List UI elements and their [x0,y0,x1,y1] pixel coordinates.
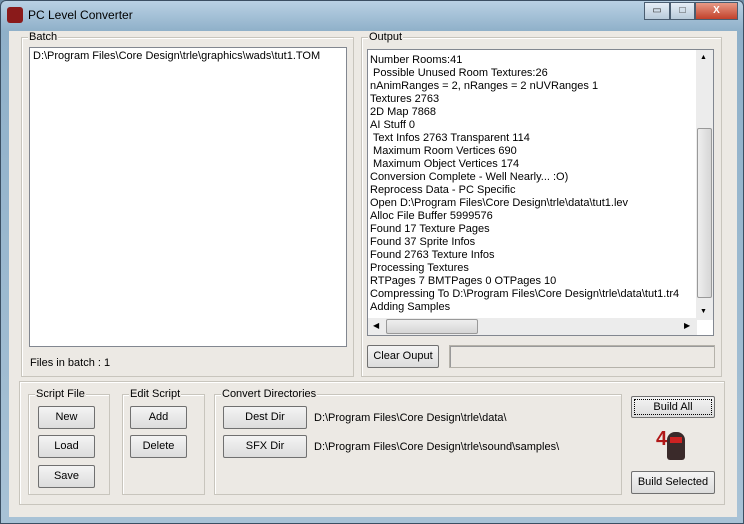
close-button[interactable]: X [695,2,738,20]
trle-logo-icon: 4 [656,428,690,462]
output-line: 2D Map 7868 [370,106,437,118]
scroll-right-icon[interactable]: ▶ [684,321,690,330]
delete-button[interactable]: Delete [130,435,187,458]
output-line: Number Rooms:41 [370,54,463,66]
scroll-left-icon[interactable]: ◀ [373,321,379,330]
horizontal-scrollbar[interactable]: ◀ ▶ [368,318,697,335]
output-line: Possible Unused Room Textures:26 [370,67,548,79]
dest-dir-path: D:\Program Files\Core Design\trle\data\ [314,412,507,424]
vertical-scrollbar[interactable]: ▲ ▼ [696,50,713,320]
edit-script-group: Edit Script Add Delete [122,388,205,495]
output-line: Text Infos 2763 Transparent 114 [370,132,530,144]
scroll-down-icon[interactable]: ▼ [700,308,707,315]
files-count: 1 [103,357,111,369]
build-selected-button[interactable]: Build Selected [631,471,715,494]
output-line: AI Stuff 0 [370,119,416,131]
output-line: Open D:\Program Files\Core Design\trle\d… [370,197,629,209]
add-button[interactable]: Add [130,406,187,429]
convert-directories-group: Convert Directories Dest Dir D:\Program … [214,388,622,495]
build-all-button[interactable]: Build All [631,396,715,418]
output-line: Reprocess Data - PC Specific [370,184,516,196]
output-line: Textures 2763 [370,93,440,105]
controls-group: Script File New Load Save Edit Script Ad… [19,381,725,505]
output-text[interactable]: Number Rooms:41 Possible Unused Room Tex… [367,49,714,336]
logo-text: 4 [656,428,668,450]
batch-item[interactable]: D:\Program Files\Core Design\trle\graphi… [30,48,346,65]
save-button[interactable]: Save [38,465,95,488]
batch-label: Batch [28,31,59,43]
sfx-dir-path: D:\Program Files\Core Design\trle\sound\… [314,441,560,453]
output-line: Found 17 Texture Pages [370,223,490,235]
script-file-group: Script File New Load Save [28,388,110,495]
scroll-up-icon[interactable]: ▲ [700,54,707,61]
edit-script-label: Edit Script [129,388,182,400]
output-line: Processing Textures [370,262,469,274]
load-button[interactable]: Load [38,435,95,458]
batch-list[interactable]: D:\Program Files\Core Design\trle\graphi… [29,47,347,347]
files-in-batch: Files in batch : 1 [30,357,110,369]
output-line: nAnimRanges = 2, nRanges = 2 nUVRanges 1 [370,80,599,92]
script-file-label: Script File [35,388,86,400]
output-label: Output [368,31,404,43]
horizontal-scroll-thumb[interactable] [386,319,478,334]
status-field [449,345,715,368]
output-line: Alloc File Buffer 5999576 [370,210,493,222]
app-window: PC Level Converter ▭ □ X Batch D:\Progra… [0,0,744,524]
dest-dir-button[interactable]: Dest Dir [223,406,307,429]
new-button[interactable]: New [38,406,95,429]
vertical-scroll-thumb[interactable] [697,128,712,298]
files-label: Files in batch : [30,357,101,369]
minimize-button[interactable]: ▭ [644,2,670,20]
sfx-dir-button[interactable]: SFX Dir [223,435,307,458]
output-line: Maximum Room Vertices 690 [370,145,517,157]
app-icon [7,7,23,23]
output-line: Adding Samples [370,301,451,313]
output-line: Maximum Object Vertices 174 [370,158,520,170]
maximize-button[interactable]: □ [670,2,695,20]
convert-directories-label: Convert Directories [221,388,318,400]
output-line: Found 37 Sprite Infos [370,236,476,248]
window-title: PC Level Converter [28,8,133,22]
output-line: Compressing To D:\Program Files\Core Des… [370,288,680,300]
clear-output-button[interactable]: Clear Ouput [367,345,439,368]
batch-group: Batch D:\Program Files\Core Design\trle\… [21,31,354,377]
output-line: Found 2763 Texture Infos [370,249,495,261]
output-line: Conversion Complete - Well Nearly... :O) [370,171,569,183]
client-area: Batch D:\Program Files\Core Design\trle\… [9,31,737,517]
output-line: RTPages 7 BMTPages 0 OTPages 10 [370,275,557,287]
output-group: Output Number Rooms:41 Possible Unused R… [361,31,722,377]
